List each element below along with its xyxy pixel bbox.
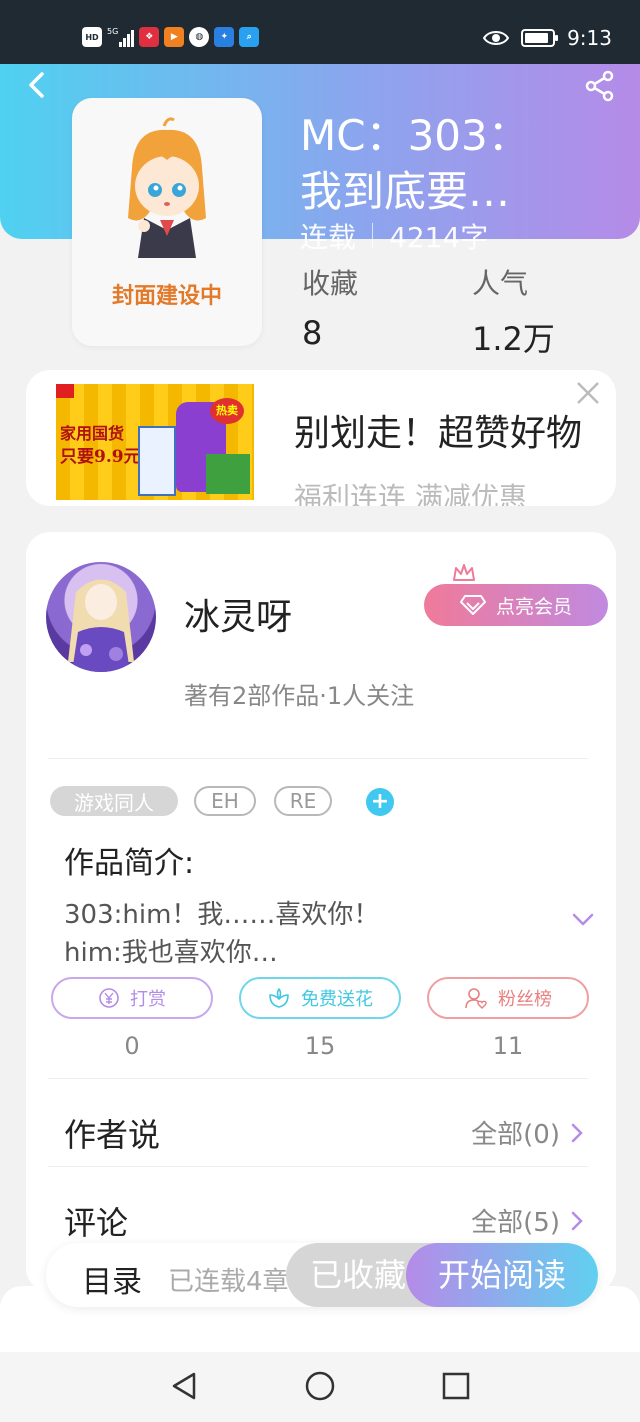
video-app-icon: ▶	[164, 27, 185, 47]
send-flower-button[interactable]: 免费送花	[239, 977, 401, 1019]
tip-count: 0	[124, 1032, 140, 1060]
browser-app-icon: ◍	[189, 27, 210, 47]
flower-icon	[269, 988, 289, 1008]
comments-link[interactable]: 全部(5)	[471, 1202, 584, 1239]
nav-home-icon[interactable]	[304, 1370, 336, 1402]
nav-back-icon[interactable]	[168, 1370, 200, 1402]
flower-count: 15	[304, 1032, 336, 1060]
add-tag-button[interactable]: +	[366, 788, 394, 816]
ad-product-pack	[206, 454, 250, 494]
popularity-label: 人气	[472, 267, 529, 300]
search-app-icon: ⌕	[239, 27, 260, 47]
author-name[interactable]: 冰灵呀	[184, 588, 292, 640]
notification-icons: HD 5G ❖ ▶ ◍ ✦ ⌕	[82, 27, 260, 47]
diamond-icon	[459, 595, 486, 615]
book-title-line1: MC：303：	[300, 111, 530, 160]
tag-chip[interactable]: RE	[274, 786, 332, 816]
chevron-right-icon	[571, 1211, 583, 1230]
book-meta: 连载 4214字	[300, 216, 488, 256]
send-flower-label: 免费送花	[301, 989, 373, 1010]
clock: 9:13	[567, 26, 612, 50]
word-count: 4214字	[389, 221, 489, 254]
fan-ranking-label: 粉丝榜	[498, 989, 552, 1010]
eye-icon	[483, 31, 510, 45]
crown-icon	[453, 564, 475, 581]
user-heart-icon	[465, 988, 487, 1009]
meta-divider	[372, 223, 374, 249]
ad-image-line1: 家用国货	[60, 424, 125, 443]
intro-title: 作品简介:	[64, 846, 195, 881]
nav-recents-icon[interactable]	[440, 1370, 472, 1402]
ad-hot-badge: 热卖	[210, 398, 244, 424]
gift-app-icon: ❖	[139, 27, 160, 47]
ad-title: 别划走！超赞好物	[294, 413, 583, 454]
tip-button-label: 打赏	[130, 989, 166, 1010]
favorites-label: 收藏	[302, 267, 359, 300]
tag-chip[interactable]: EH	[194, 786, 256, 816]
status-right: 9:13	[483, 26, 612, 50]
hd-icon: HD	[82, 27, 102, 47]
status-bar: HD 5G ❖ ▶ ◍ ✦ ⌕ 9:13	[0, 0, 640, 64]
tag-chip[interactable]: 游戏同人	[50, 786, 178, 816]
ad-image[interactable]: 家用国货 只要9.9元 热卖	[56, 384, 254, 500]
book-cover[interactable]: 封面建设中	[72, 98, 262, 346]
bulb-app-icon: ✦	[214, 27, 235, 47]
comments-label: 评论	[64, 1204, 129, 1242]
yen-icon	[99, 988, 119, 1008]
avatar[interactable]	[46, 562, 156, 672]
divider	[48, 1078, 588, 1079]
ad-banner[interactable]: 家用国货 只要9.9元 热卖 别划走！超赞好物 福利连连 满减优惠	[26, 370, 616, 506]
cover-placeholder-text: 封面建设中	[111, 284, 222, 309]
battery-icon	[521, 29, 559, 47]
close-icon[interactable]	[575, 380, 601, 406]
start-reading-button[interactable]: 开始阅读	[406, 1243, 598, 1307]
author-says-link-label: 全部(0)	[471, 1120, 560, 1150]
system-nav-bar	[0, 1352, 640, 1422]
intro-line: him:我也喜欢你…	[64, 938, 278, 968]
back-icon[interactable]	[22, 70, 52, 100]
signal-5g-icon: 5G	[107, 27, 135, 47]
share-icon[interactable]	[584, 70, 616, 102]
fan-ranking-button[interactable]: 粉丝榜	[427, 977, 589, 1019]
book-status: 连载	[300, 221, 357, 254]
comments-link-label: 全部(5)	[471, 1208, 560, 1238]
vip-button[interactable]: 点亮会员	[424, 584, 608, 626]
ad-image-tag	[56, 384, 74, 398]
bottom-action-bar: 目录 已连载4章 已收藏 开始阅读	[46, 1243, 598, 1307]
vip-button-label: 点亮会员	[495, 595, 572, 618]
chevron-down-icon[interactable]	[570, 906, 596, 932]
chevron-right-icon	[571, 1123, 583, 1142]
divider	[48, 1166, 588, 1167]
intro-text: 303:him！我……喜欢你！ him:我也喜欢你…	[64, 896, 379, 972]
book-title-line2: 我到底要…	[300, 167, 511, 216]
avatar-illustration	[68, 579, 134, 672]
popularity-value: 1.2万	[472, 320, 555, 358]
ad-subtitle: 福利连连 满减优惠	[294, 481, 527, 506]
fan-count: 11	[492, 1032, 524, 1060]
cover-mascot-illustration	[128, 117, 206, 258]
author-says-link[interactable]: 全部(0)	[471, 1114, 584, 1151]
divider	[48, 758, 588, 759]
favorites-value: 8	[302, 314, 323, 352]
network-type-label: 5G	[107, 27, 119, 36]
ad-image-line2: 只要9.9元	[60, 447, 141, 467]
ad-product-box	[138, 426, 176, 496]
author-says-label: 作者说	[64, 1116, 161, 1154]
tip-button[interactable]: 打赏	[51, 977, 213, 1019]
chapter-count[interactable]: 已连载4章	[168, 1261, 289, 1298]
intro-line: 303:him！我……喜欢你！	[64, 900, 380, 930]
toc-button[interactable]: 目录	[82, 1257, 142, 1301]
author-meta: 著有2部作品·1人关注	[184, 682, 415, 710]
